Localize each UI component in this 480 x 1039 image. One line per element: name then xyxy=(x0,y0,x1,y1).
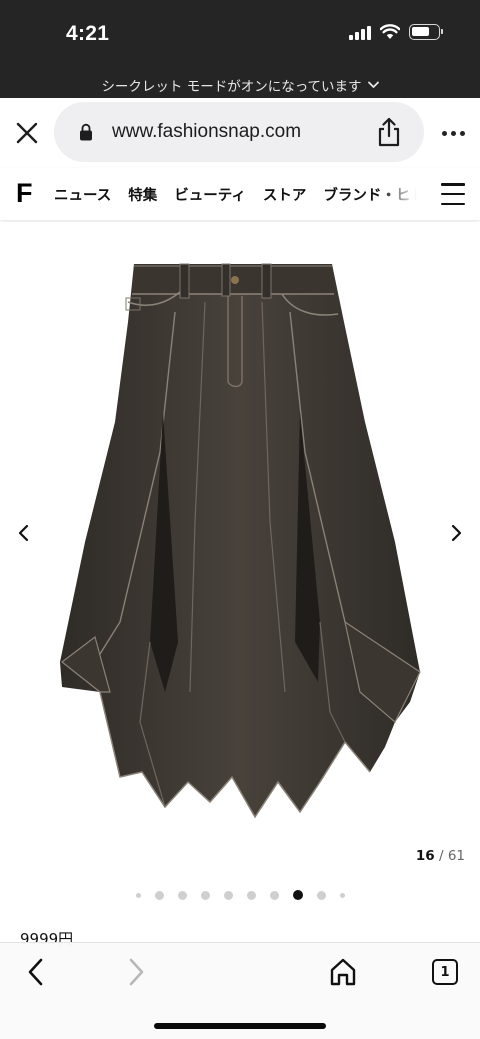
home-icon[interactable] xyxy=(328,957,358,987)
pagination-dots xyxy=(0,890,480,900)
wifi-icon xyxy=(380,24,400,39)
status-bar: 4:21 xyxy=(0,0,480,72)
site-logo[interactable]: F xyxy=(16,178,33,209)
chevron-down-icon xyxy=(367,81,379,88)
forward-icon[interactable] xyxy=(124,957,148,987)
previous-image-icon[interactable] xyxy=(14,522,34,544)
pagination-dot[interactable] xyxy=(223,890,233,900)
image-counter-total: 61 xyxy=(447,848,465,864)
image-counter: 16 / 61 xyxy=(416,848,465,864)
pagination-dot[interactable] xyxy=(339,892,345,898)
pagination-dot[interactable] xyxy=(246,890,256,900)
image-gallery[interactable]: 16 / 61 xyxy=(0,222,480,912)
more-menu-icon[interactable] xyxy=(438,120,468,146)
back-icon[interactable] xyxy=(24,957,48,987)
close-icon[interactable] xyxy=(12,118,42,148)
incognito-banner[interactable]: シークレット モードがオンになっています xyxy=(0,72,480,98)
image-counter-separator: / xyxy=(438,848,444,864)
share-icon[interactable] xyxy=(374,116,404,148)
incognito-text: シークレット モードがオンになっています xyxy=(101,79,362,95)
site-header: F ニュース 特集 ビューティ ストア ブランド・ヒト xyxy=(0,168,480,220)
home-indicator xyxy=(154,1023,326,1029)
pagination-dot[interactable] xyxy=(269,890,279,900)
pagination-dot-active[interactable] xyxy=(292,890,303,900)
nav-fade xyxy=(380,168,426,220)
browser-toolbar: 1 xyxy=(0,942,480,1039)
nav-item-news[interactable]: ニュース xyxy=(54,184,111,205)
battery-icon xyxy=(409,24,443,40)
pagination-dot[interactable] xyxy=(316,890,326,900)
status-icons xyxy=(349,24,443,40)
status-time: 4:21 xyxy=(66,22,110,45)
pagination-dot[interactable] xyxy=(177,890,187,900)
address-bar-row: www.fashionsnap.com xyxy=(0,98,480,168)
tab-count: 1 xyxy=(440,964,450,980)
next-image-icon[interactable] xyxy=(446,522,466,544)
pagination-dot[interactable] xyxy=(200,890,210,900)
url-text: www.fashionsnap.com xyxy=(112,121,302,142)
lock-icon xyxy=(80,123,92,141)
hamburger-menu-icon[interactable] xyxy=(441,183,465,205)
tab-switcher-button[interactable]: 1 xyxy=(432,959,458,985)
pagination-dot[interactable] xyxy=(135,892,141,898)
nav-item-store[interactable]: ストア xyxy=(263,184,307,205)
nav-item-beauty[interactable]: ビューティ xyxy=(174,184,246,205)
denim-skirt-image xyxy=(60,263,421,819)
cellular-signal-icon xyxy=(349,24,371,40)
site-nav: ニュース 特集 ビューティ ストア ブランド・ヒト xyxy=(54,168,424,220)
pagination-dot[interactable] xyxy=(154,890,164,900)
url-bar[interactable]: www.fashionsnap.com xyxy=(54,102,424,162)
image-counter-current: 16 xyxy=(415,848,435,864)
nav-item-features[interactable]: 特集 xyxy=(128,184,157,205)
